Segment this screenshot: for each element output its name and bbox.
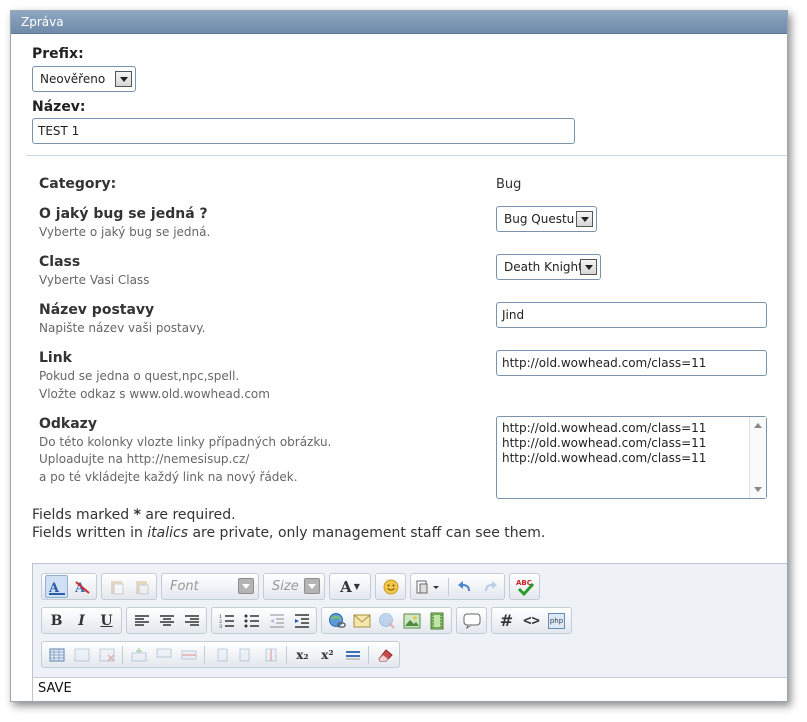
video-icon[interactable] (425, 609, 448, 632)
chevron-down-icon[interactable] (576, 211, 593, 227)
insert-col-right-icon[interactable] (234, 643, 257, 666)
toolbar-row-2: B I U 123 # <> php (41, 607, 572, 634)
paste-icon[interactable] (105, 575, 128, 598)
character-desc: Napište název vaši postavy. (39, 321, 206, 335)
undo-icon[interactable] (453, 575, 476, 598)
editor-content[interactable]: SAVE (33, 677, 787, 701)
class-select-value: Death Knight (504, 260, 583, 274)
align-left-icon[interactable] (130, 609, 153, 632)
horizontal-rule-icon[interactable] (341, 643, 364, 666)
delete-col-icon[interactable] (259, 643, 282, 666)
insert-row-above-icon[interactable] (127, 643, 150, 666)
name-label: Název: (32, 99, 86, 115)
links-title: Odkazy (39, 416, 97, 432)
bug-type-title: O jaký bug se jedná ? (39, 206, 208, 222)
bug-type-select[interactable]: Bug Questu (496, 206, 597, 232)
italic-button[interactable]: I (70, 609, 93, 632)
section-divider (26, 155, 787, 156)
link-desc-1: Pokud se jedna o quest,npc,spell. (39, 369, 240, 383)
font-select[interactable]: Font (164, 575, 256, 598)
links-textarea[interactable]: http://old.wowhead.com/class=11 http://o… (496, 416, 767, 499)
scroll-down-icon[interactable] (754, 487, 762, 492)
table-icon[interactable] (45, 643, 68, 666)
size-select[interactable]: Size (266, 575, 322, 598)
chevron-down-icon[interactable] (238, 578, 254, 594)
svg-text:A: A (48, 581, 60, 595)
class-title: Class (39, 254, 81, 270)
message-window: Zpráva Prefix: Neověřeno Název: TEST 1 C… (10, 10, 788, 702)
insert-row-below-icon[interactable] (152, 643, 175, 666)
class-desc: Vyberte Vasi Class (39, 273, 150, 287)
indent-icon[interactable] (290, 609, 313, 632)
toggle-source-icon[interactable]: A (45, 575, 68, 598)
delete-row-icon[interactable] (177, 643, 200, 666)
toolbar-row-3: x₂ x² (41, 641, 400, 668)
smiley-icon[interactable] (379, 575, 402, 598)
links-line: http://old.wowhead.com/class=11 (502, 421, 707, 435)
editor-text: SAVE (38, 681, 72, 696)
private-note: Fields written in italics are private, o… (32, 525, 546, 541)
chevron-down-icon[interactable] (580, 259, 597, 275)
category-value: Bug (496, 177, 522, 192)
links-line: http://old.wowhead.com/class=11 (502, 436, 707, 450)
links-desc-2: Uploadujte na http://nemesisup.cz/ (39, 452, 250, 466)
prefix-select[interactable]: Neověřeno (32, 66, 136, 92)
image-icon[interactable] (400, 609, 423, 632)
rich-text-editor: A A Font Size A ▼ ABC B I U 1 2 3 # <> p… (32, 563, 787, 701)
prefix-select-value: Neověřeno (40, 72, 106, 86)
required-star: * (133, 507, 141, 523)
table-row-icon[interactable] (70, 643, 93, 666)
window-title: Zpráva (11, 11, 787, 34)
name-input-value: TEST 1 (38, 124, 80, 138)
paste-text-icon[interactable] (130, 575, 153, 598)
underline-button[interactable]: U (95, 609, 118, 632)
link-icon[interactable] (325, 609, 348, 632)
php-button[interactable]: php (545, 609, 568, 632)
character-input[interactable]: Jind (496, 302, 767, 328)
svg-text:3: 3 (219, 624, 222, 629)
required-note: Fields marked * are required. (32, 507, 236, 523)
bullet-list-icon[interactable] (240, 609, 263, 632)
unlink-icon[interactable] (375, 609, 398, 632)
character-input-value: Jind (502, 308, 525, 322)
links-scrollbar[interactable] (749, 417, 766, 498)
class-select[interactable]: Death Knight (496, 254, 601, 280)
subscript-button[interactable]: x₂ (291, 643, 314, 666)
insert-col-left-icon[interactable] (209, 643, 232, 666)
link-desc-2: Vložte odkaz s www.old.wowhead.com (39, 387, 270, 401)
redo-icon[interactable] (478, 575, 501, 598)
spellcheck-icon[interactable]: ABC (513, 575, 536, 598)
link-title: Link (39, 350, 72, 366)
link-input-value: http://old.wowhead.com/class=11 (502, 356, 707, 370)
remove-format-icon[interactable]: A (70, 575, 93, 598)
numbered-list-icon[interactable]: 123 (215, 609, 238, 632)
bug-type-desc: Vyberte o jaký bug se jedná. (39, 225, 211, 239)
link-input[interactable]: http://old.wowhead.com/class=11 (496, 350, 767, 376)
quote-icon[interactable] (460, 609, 483, 632)
bold-button[interactable]: B (45, 609, 68, 632)
font-color-icon[interactable]: A ▼ (333, 575, 367, 598)
attachment-icon[interactable] (414, 575, 444, 598)
links-desc-1: Do této kolonky vlozte linky případných … (39, 435, 332, 449)
links-desc-3: a po té vkládejte každý link na nový řád… (39, 470, 298, 484)
bug-type-select-value: Bug Questu (504, 212, 575, 226)
email-icon[interactable] (350, 609, 373, 632)
chevron-down-icon[interactable] (304, 578, 320, 594)
name-input[interactable]: TEST 1 (32, 118, 575, 144)
toolbar-row-1: A A Font Size A ▼ ABC (41, 573, 540, 600)
character-title: Název postavy (39, 302, 155, 318)
prefix-label: Prefix: (32, 46, 84, 62)
eraser-icon[interactable] (373, 643, 396, 666)
superscript-button[interactable]: x² (316, 643, 339, 666)
hash-button[interactable]: # (495, 609, 518, 632)
links-line: http://old.wowhead.com/class=11 (502, 451, 707, 465)
table-delete-icon[interactable] (95, 643, 118, 666)
outdent-icon[interactable] (265, 609, 288, 632)
scroll-up-icon[interactable] (754, 423, 762, 428)
chevron-down-icon[interactable] (115, 71, 132, 87)
code-button[interactable]: <> (520, 609, 543, 632)
category-title: Category: (39, 176, 117, 192)
align-right-icon[interactable] (180, 609, 203, 632)
align-center-icon[interactable] (155, 609, 178, 632)
